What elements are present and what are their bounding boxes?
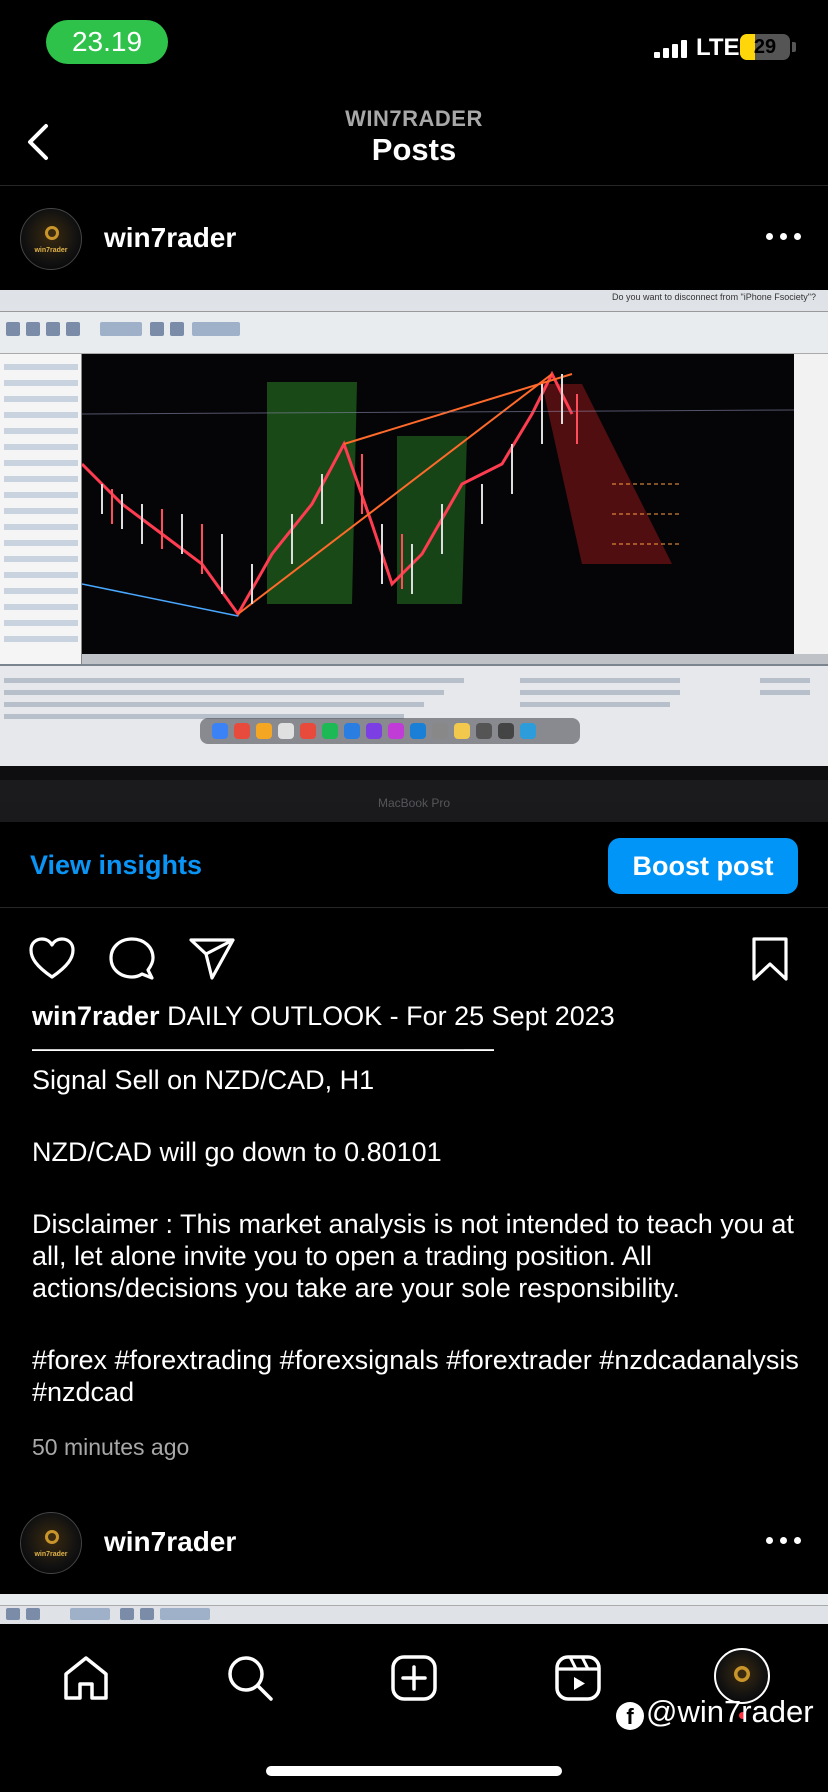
comment-icon bbox=[109, 937, 155, 980]
account-name-header: WIN7RADER bbox=[345, 106, 483, 131]
avatar-logo-text: win7rader bbox=[34, 1551, 68, 1558]
avatar[interactable]: win7rader bbox=[20, 1512, 82, 1574]
boost-post-button[interactable]: Boost post bbox=[608, 838, 798, 894]
caption-target: NZD/CAD will go down to 0.80101 bbox=[32, 1137, 442, 1167]
battery-tip bbox=[792, 42, 796, 52]
tab-search[interactable] bbox=[224, 1652, 276, 1704]
caption-hashtags[interactable]: #forex #forextrading #forexsignals #fore… bbox=[32, 1344, 802, 1408]
home-icon bbox=[64, 1656, 108, 1700]
caption-title: DAILY OUTLOOK - For 25 Sept 2023 bbox=[167, 1001, 615, 1031]
share-button[interactable] bbox=[188, 936, 236, 982]
macos-dock bbox=[200, 718, 580, 744]
post-actions bbox=[0, 930, 828, 988]
view-insights-link[interactable]: View insights bbox=[30, 850, 202, 881]
status-time[interactable]: 23.19 bbox=[46, 20, 168, 64]
post-caption: win7rader DAILY OUTLOOK - For 25 Sept 20… bbox=[32, 1000, 802, 1408]
post-username[interactable]: win7rader bbox=[104, 1526, 236, 1558]
next-post-image[interactable] bbox=[0, 1594, 828, 1624]
lion-logo-icon bbox=[45, 226, 59, 240]
paper-plane-icon bbox=[189, 938, 235, 980]
next-post-header: win7rader win7rader bbox=[0, 1498, 828, 1588]
post-image[interactable]: Do you want to disconnect from "iPhone F… bbox=[0, 290, 828, 822]
caption-signal: Signal Sell on NZD/CAD, H1 bbox=[32, 1065, 375, 1095]
watermark-handle: @win7rader bbox=[646, 1694, 814, 1729]
save-button[interactable] bbox=[746, 936, 794, 982]
tab-create[interactable] bbox=[388, 1652, 440, 1704]
trading-chart bbox=[80, 354, 795, 654]
comment-button[interactable] bbox=[108, 936, 156, 982]
laptop-label: MacBook Pro bbox=[377, 796, 451, 810]
reels-icon bbox=[555, 1655, 601, 1701]
bottom-tab-bar: f @win7rader bbox=[0, 1624, 828, 1792]
insights-row: View insights Boost post bbox=[0, 822, 828, 908]
more-options-button[interactable] bbox=[766, 226, 802, 246]
avatar-logo-text: win7rader bbox=[34, 247, 68, 254]
post-header: win7rader win7rader bbox=[0, 194, 828, 284]
avatar[interactable]: win7rader bbox=[20, 208, 82, 270]
battery-percent: 29 bbox=[753, 36, 777, 58]
tab-home[interactable] bbox=[60, 1652, 112, 1704]
like-button[interactable] bbox=[28, 936, 76, 982]
caption-disclaimer: Disclaimer : This market analysis is not… bbox=[32, 1209, 794, 1303]
price-axis bbox=[794, 354, 828, 654]
candlestick-chart-graphic bbox=[80, 370, 795, 617]
laptop-screen: Do you want to disconnect from "iPhone F… bbox=[0, 290, 828, 810]
watermark: f @win7rader bbox=[616, 1694, 814, 1730]
lion-logo-icon bbox=[45, 1530, 59, 1544]
cellular-signal-icon bbox=[654, 40, 688, 58]
more-options-button[interactable] bbox=[766, 1530, 802, 1550]
page-title: Posts bbox=[371, 132, 457, 167]
nav-header: WIN7RADER Posts bbox=[0, 96, 828, 186]
app-toolbar bbox=[0, 312, 828, 354]
post-username[interactable]: win7rader bbox=[104, 222, 236, 254]
app-menu-bar: Do you want to disconnect from "iPhone F… bbox=[0, 290, 828, 312]
toolbox-panel bbox=[0, 664, 828, 766]
plus-square-icon bbox=[391, 1655, 437, 1701]
market-watch-panel bbox=[0, 354, 82, 664]
search-icon bbox=[228, 1656, 273, 1701]
network-type: LTE bbox=[696, 34, 740, 61]
home-indicator[interactable] bbox=[266, 1766, 562, 1776]
facebook-icon: f bbox=[616, 1702, 644, 1730]
battery-icon: 29 bbox=[740, 34, 790, 60]
status-bar: 23.19 LTE 29 bbox=[0, 0, 828, 88]
heart-icon bbox=[29, 937, 75, 979]
disconnect-prompt: Do you want to disconnect from "iPhone F… bbox=[612, 292, 816, 302]
tab-reels[interactable] bbox=[552, 1652, 604, 1704]
caption-rule: ————————————————–– bbox=[32, 1033, 495, 1063]
post-timestamp: 50 minutes ago bbox=[32, 1434, 190, 1460]
bookmark-icon bbox=[752, 937, 788, 981]
caption-username[interactable]: win7rader bbox=[32, 1001, 160, 1031]
